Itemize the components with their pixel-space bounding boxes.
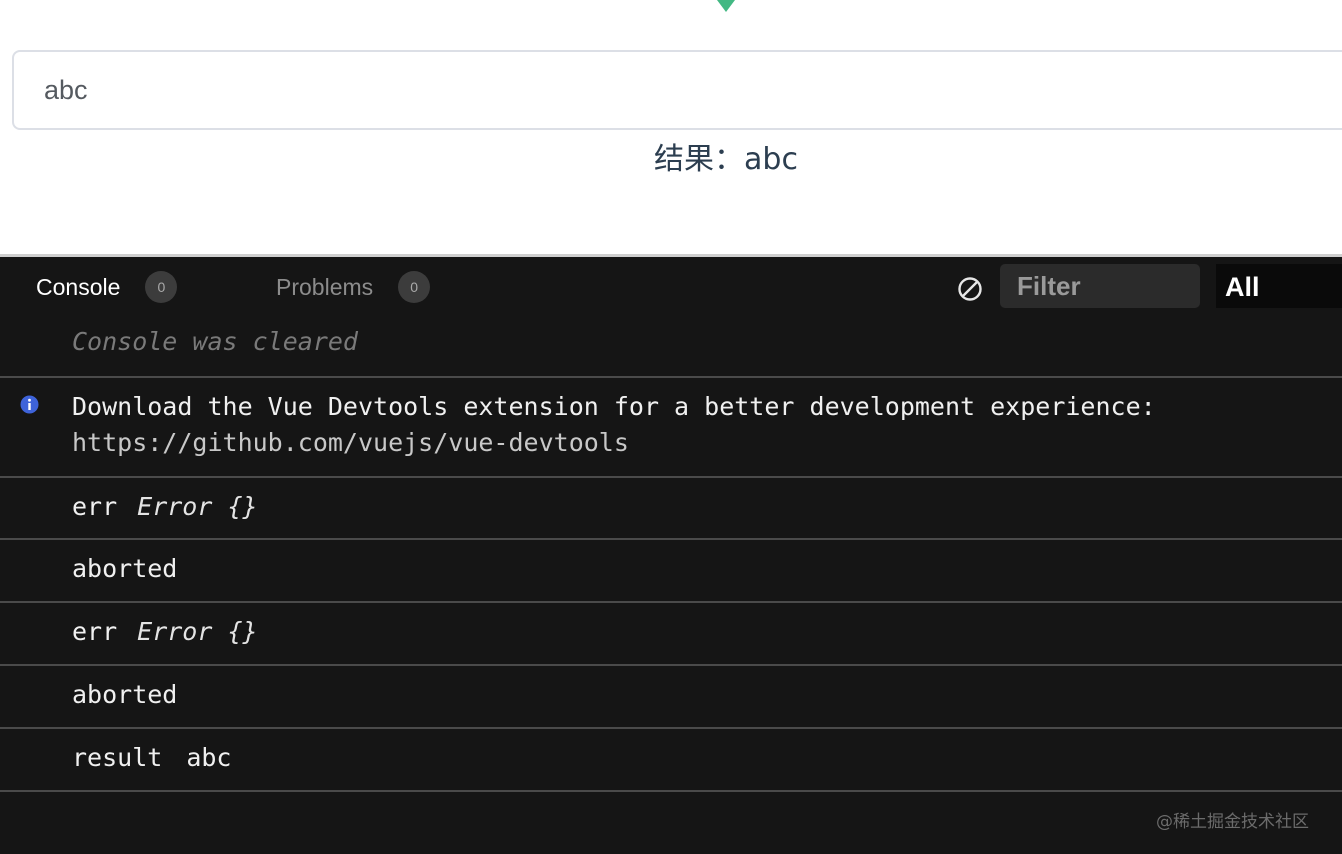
log-info-text: Download the Vue Devtools extension for …: [72, 392, 1156, 421]
tab-problems[interactable]: Problems 0: [276, 271, 431, 303]
info-icon: [20, 395, 39, 414]
log-row: err Error {}: [0, 478, 1342, 540]
log-level-select[interactable]: All: [1216, 264, 1342, 308]
filter-input[interactable]: [1000, 264, 1200, 308]
console-panel: Console 0 Problems 0 All Console was cle…: [0, 257, 1342, 854]
log-label: result: [72, 743, 163, 772]
log-object[interactable]: Error {}: [137, 617, 257, 646]
log-label: aborted: [72, 680, 178, 709]
log-value: abc: [186, 743, 232, 772]
console-log-list: Console was cleared Download the Vue Dev…: [0, 317, 1342, 792]
tab-problems-label: Problems: [276, 273, 374, 300]
log-console-cleared: Console was cleared: [0, 317, 1342, 378]
log-row: aborted: [0, 540, 1342, 603]
log-label: aborted: [72, 554, 178, 583]
problems-count-badge: 0: [398, 271, 431, 303]
log-info-link[interactable]: https://github.com/vuejs/vue-devtools: [72, 425, 1342, 461]
preview-pane: 结果：abc: [0, 0, 1342, 256]
log-label: err: [72, 617, 118, 646]
result-text: 结果：abc: [654, 142, 798, 177]
tab-console-label: Console: [36, 273, 121, 300]
text-input[interactable]: [12, 50, 1342, 130]
watermark: @稀土掘金技术社区: [1156, 812, 1309, 832]
clear-console-icon[interactable]: [956, 275, 984, 303]
vue-logo-icon: [717, 0, 735, 12]
log-row: aborted: [0, 666, 1342, 729]
log-object[interactable]: Error {}: [137, 492, 257, 521]
console-count-badge: 0: [145, 271, 178, 303]
log-row: result abc: [0, 729, 1342, 792]
tab-console[interactable]: Console 0: [36, 271, 178, 303]
log-label: err: [72, 492, 118, 521]
log-row: err Error {}: [0, 603, 1342, 666]
log-info-message: Download the Vue Devtools extension for …: [0, 378, 1342, 478]
console-toolbar: Console 0 Problems 0 All: [0, 257, 1342, 317]
